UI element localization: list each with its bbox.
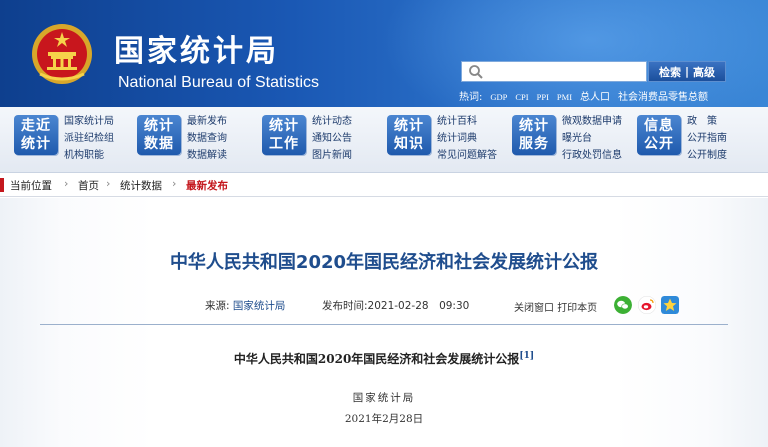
nav-link[interactable]: 国家统计局 <box>64 113 114 130</box>
hot-word-gdp[interactable]: GDP <box>490 92 507 102</box>
search-button-group: 检索 | 高级 <box>648 61 726 82</box>
nav-link[interactable]: 数据解读 <box>187 147 227 164</box>
document-issuer: 国家统计局 <box>352 392 416 404</box>
nav-links-about: 国家统计局 派驻纪检组 机构职能 <box>64 113 114 164</box>
breadcrumb: 当前位置 › 首页 › 统计数据 › 最新发布 <box>0 174 768 197</box>
search-button[interactable]: 检索 <box>659 64 681 80</box>
nav-badge-line: 走近 <box>21 118 51 134</box>
nav-badge-line: 统计 <box>519 118 549 134</box>
hot-word-retail[interactable]: 社会消费品零售总额 <box>618 92 708 103</box>
nav-link[interactable]: 统计动态 <box>312 113 352 130</box>
footnote-link[interactable]: [1] <box>519 351 534 361</box>
nav-badge-line: 工作 <box>269 136 299 152</box>
date-value: 2021-02-28 09:30 <box>367 300 470 312</box>
wechat-icon[interactable] <box>614 296 632 314</box>
nav-badge-work[interactable]: 统计 工作 <box>262 115 306 155</box>
breadcrumb-current[interactable]: 最新发布 <box>186 178 228 193</box>
nav-link[interactable]: 机构职能 <box>64 147 114 164</box>
search-input[interactable] <box>488 63 643 80</box>
nav-links-service: 微观数据申请 曝光台 行政处罚信息 <box>562 113 622 164</box>
search-box[interactable] <box>461 61 647 82</box>
article-source: 来源: 国家统计局 <box>205 298 285 313</box>
main-nav: 走近 统计 国家统计局 派驻纪检组 机构职能 统计 数据 最新发布 数据查询 数… <box>0 107 768 173</box>
nav-badge-knowledge[interactable]: 统计 知识 <box>387 115 431 155</box>
nav-link[interactable]: 常见问题解答 <box>437 147 497 164</box>
nav-link[interactable]: 政 策 <box>687 113 727 130</box>
breadcrumb-label: 当前位置 <box>10 180 52 192</box>
article-title: 中华人民共和国2020年国民经济和社会发展统计公报 <box>169 252 599 273</box>
hot-words: 热词: GDP CPI PPI PMI 总人口 社会消费品零售总额 <box>459 88 716 103</box>
nav-links-knowledge: 统计百科 统计词典 常见问题解答 <box>437 113 497 164</box>
article-date: 发布时间:2021-02-28 09:30 <box>322 298 469 313</box>
breadcrumb-stats-data[interactable]: 统计数据 <box>120 178 162 193</box>
nav-badge-line: 知识 <box>394 136 424 152</box>
hot-word-pmi[interactable]: PMI <box>557 92 572 102</box>
site-subtitle: National Bureau of Statistics <box>118 74 319 91</box>
nav-links-data: 最新发布 数据查询 数据解读 <box>187 113 227 164</box>
breadcrumb-home[interactable]: 首页 <box>78 178 99 193</box>
nav-links-work: 统计动态 通知公告 图片新闻 <box>312 113 352 164</box>
qzone-icon[interactable] <box>661 296 679 314</box>
nav-link[interactable]: 统计词典 <box>437 130 497 147</box>
nav-link[interactable]: 数据查询 <box>187 130 227 147</box>
site-title: 国家统计局 <box>114 34 279 69</box>
breadcrumb-marker <box>0 178 4 192</box>
breadcrumb-separator: › <box>172 177 177 190</box>
breadcrumb-separator: › <box>64 177 69 190</box>
nav-badge-line: 公开 <box>644 136 674 152</box>
nav-badge-disclosure[interactable]: 信息 公开 <box>637 115 681 155</box>
nav-links-disclosure: 政 策 公开指南 公开制度 <box>687 113 727 164</box>
nav-badge-line: 统计 <box>144 118 174 134</box>
nav-badge-line: 数据 <box>144 136 174 152</box>
nav-badge-line: 统计 <box>394 118 424 134</box>
nav-link[interactable]: 公开制度 <box>687 147 727 164</box>
article-tools: 关闭窗口 打印本页 <box>514 299 597 314</box>
nav-badge-line: 统计 <box>269 118 299 134</box>
search-divider: | <box>684 65 690 78</box>
nav-badge-service[interactable]: 统计 服务 <box>512 115 556 155</box>
document-title-text: 中华人民共和国2020年国民经济和社会发展统计公报 <box>233 352 520 366</box>
document-title: 中华人民共和国2020年国民经济和社会发展统计公报[1] <box>0 350 768 367</box>
nav-link[interactable]: 统计百科 <box>437 113 497 130</box>
hot-words-label: 热词: <box>459 92 483 103</box>
weibo-icon[interactable] <box>638 296 656 314</box>
nav-badge-line: 信息 <box>644 118 674 134</box>
nav-badge-line: 统计 <box>21 136 51 152</box>
nav-link[interactable]: 派驻纪检组 <box>64 130 114 147</box>
hot-word-cpi[interactable]: CPI <box>515 92 528 102</box>
content-area <box>0 198 768 447</box>
nav-badge-about[interactable]: 走近 统计 <box>14 115 58 155</box>
print-page-link[interactable]: 打印本页 <box>557 303 597 314</box>
breadcrumb-separator: › <box>106 177 111 190</box>
nav-link[interactable]: 通知公告 <box>312 130 352 147</box>
hot-word-ppi[interactable]: PPI <box>537 92 549 102</box>
source-label: 来源: <box>205 300 230 312</box>
nav-badge-line: 服务 <box>519 136 549 152</box>
national-emblem-icon <box>32 24 92 84</box>
nav-link[interactable]: 微观数据申请 <box>562 113 622 130</box>
date-label: 发布时间: <box>322 300 368 312</box>
hot-word-population[interactable]: 总人口 <box>580 92 610 103</box>
nav-badge-data[interactable]: 统计 数据 <box>137 115 181 155</box>
site-header: 国家统计局 National Bureau of Statistics 检索 |… <box>0 0 768 107</box>
nav-link[interactable]: 曝光台 <box>562 130 622 147</box>
search-icon <box>469 65 483 79</box>
nav-link[interactable]: 行政处罚信息 <box>562 147 622 164</box>
nav-link[interactable]: 公开指南 <box>687 130 727 147</box>
nav-link[interactable]: 最新发布 <box>187 113 227 130</box>
source-link[interactable]: 国家统计局 <box>233 300 286 312</box>
advanced-search-button[interactable]: 高级 <box>693 64 715 80</box>
close-window-link[interactable]: 关闭窗口 <box>514 303 554 314</box>
document-date: 2021年2月28日 <box>344 413 424 425</box>
title-divider <box>40 324 728 325</box>
nav-link[interactable]: 图片新闻 <box>312 147 352 164</box>
